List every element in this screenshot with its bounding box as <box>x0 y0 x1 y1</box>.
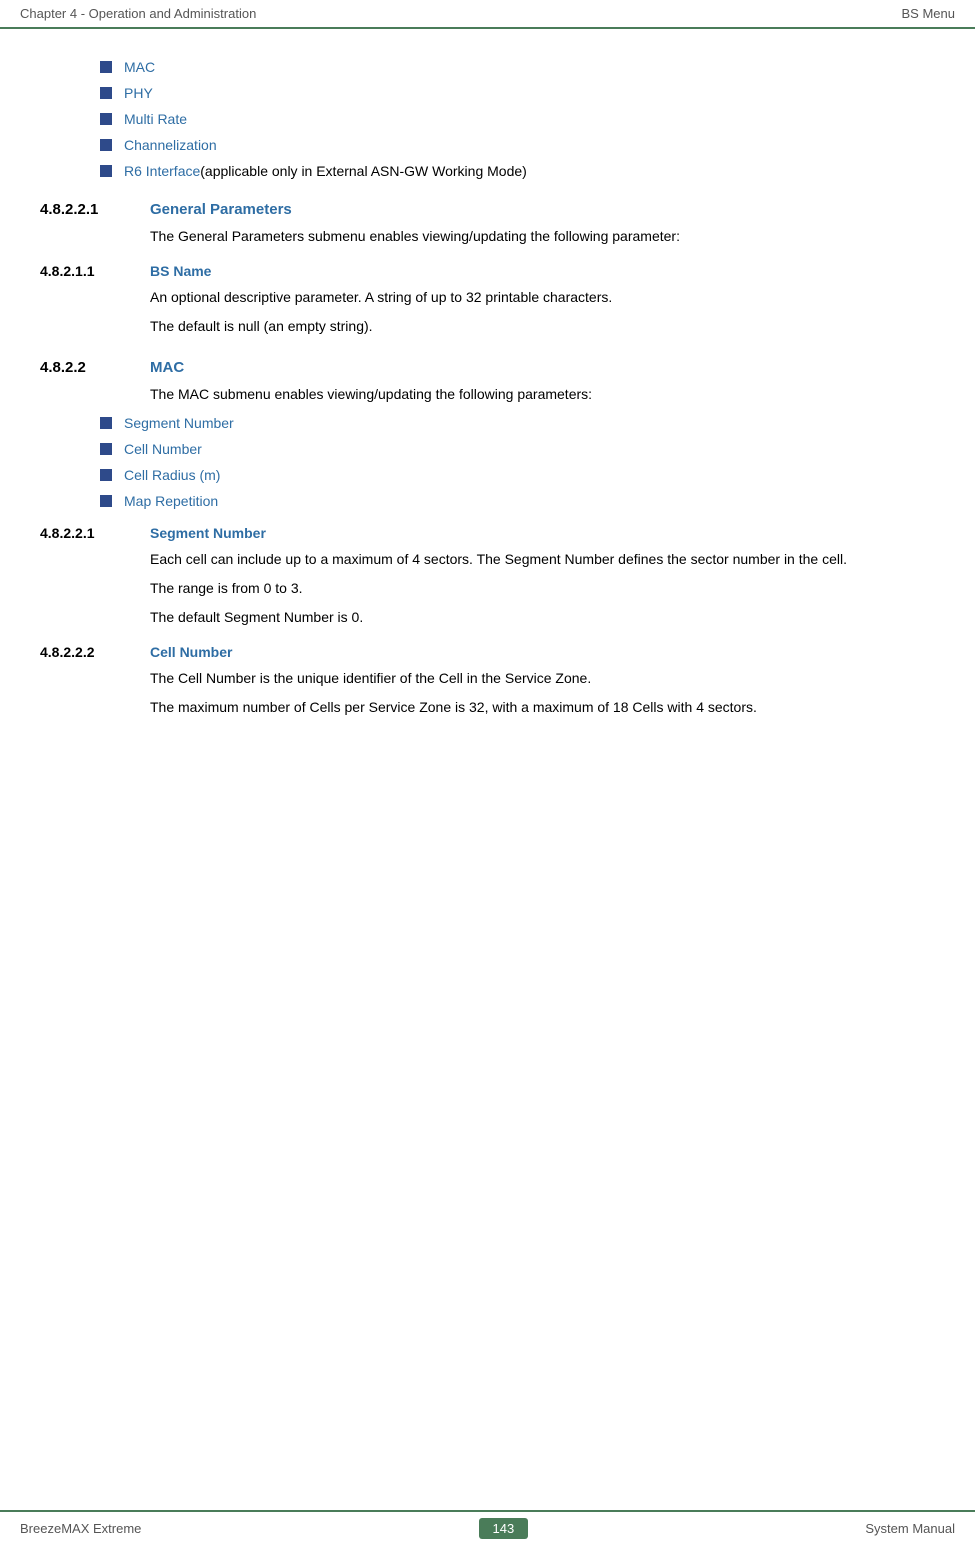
section-bullet-s4822-1: Cell Number <box>100 441 935 457</box>
bullet-square-icon <box>100 495 112 507</box>
section-para-s4821-0: The General Parameters submenu enables v… <box>150 226 935 247</box>
header-left: Chapter 4 - Operation and Administration <box>20 6 256 21</box>
section-num-s4822: 4.8.2.2 <box>40 359 150 376</box>
sections-container: 4.8.2.2.1General ParametersThe General P… <box>40 201 935 718</box>
top-bullet-item-phy: PHY <box>100 85 935 101</box>
bullet-square-icon <box>100 113 112 125</box>
section-bullet-link-s4822-0[interactable]: Segment Number <box>124 415 234 431</box>
bullet-square-icon <box>100 165 112 177</box>
section-bullet-s4822-0: Segment Number <box>100 415 935 431</box>
section-heading-s4821: 4.8.2.2.1General Parameters <box>40 201 935 218</box>
bullet-square-icon <box>100 443 112 455</box>
section-bullet-link-s4822-3[interactable]: Map Repetition <box>124 493 218 509</box>
subsection-para-s48221-2: The default Segment Number is 0. <box>150 607 935 628</box>
top-bullet-link-channelization[interactable]: Channelization <box>124 137 217 153</box>
top-bullet-list: MAC PHY Multi Rate Channelization R6 Interfa… <box>40 59 935 179</box>
subsection-para-s48211-0: An optional descriptive parameter. A str… <box>150 287 935 308</box>
subsection-title-s48222: Cell Number <box>150 644 232 660</box>
footer-right: System Manual <box>865 1521 955 1536</box>
subsection-num-s48221: 4.8.2.2.1 <box>40 525 150 541</box>
subsection-heading-s48221: 4.8.2.2.1Segment Number <box>40 525 935 541</box>
page-header: Chapter 4 - Operation and Administration… <box>0 0 975 29</box>
top-bullet-item-mac: MAC <box>100 59 935 75</box>
subsection-num-s48211: 4.8.2.1.1 <box>40 263 150 279</box>
bullet-square-icon <box>100 469 112 481</box>
top-bullet-link-r6_interface[interactable]: R6 Interface <box>124 163 200 179</box>
section-bullet-link-s4822-2[interactable]: Cell Radius (m) <box>124 467 220 483</box>
footer-page-number: 143 <box>479 1518 529 1539</box>
bullet-square-icon <box>100 417 112 429</box>
subsection-title-s48221: Segment Number <box>150 525 266 541</box>
subsection-title-s48211: BS Name <box>150 263 211 279</box>
subsection-para-s48222-0: The Cell Number is the unique identifier… <box>150 668 935 689</box>
subsection-para-s48211-1: The default is null (an empty string). <box>150 316 935 337</box>
bullet-square-icon <box>100 87 112 99</box>
subsection-para-s48221-0: Each cell can include up to a maximum of… <box>150 549 935 570</box>
section-para-s4822-0: The MAC submenu enables viewing/updating… <box>150 384 935 405</box>
subsection-heading-s48222: 4.8.2.2.2Cell Number <box>40 644 935 660</box>
section-title-s4821: General Parameters <box>150 201 292 218</box>
main-content: MAC PHY Multi Rate Channelization R6 Interfa… <box>0 29 975 786</box>
top-bullet-link-multi_rate[interactable]: Multi Rate <box>124 111 187 127</box>
bullet-square-icon <box>100 61 112 73</box>
section-num-s4821: 4.8.2.2.1 <box>40 201 150 218</box>
page-footer: BreezeMAX Extreme 143 System Manual <box>0 1510 975 1545</box>
bullet-square-icon <box>100 139 112 151</box>
top-bullet-link-phy[interactable]: PHY <box>124 85 153 101</box>
section-bullet-s4822-2: Cell Radius (m) <box>100 467 935 483</box>
section-bullet-s4822-3: Map Repetition <box>100 493 935 509</box>
footer-left: BreezeMAX Extreme <box>20 1521 141 1536</box>
subsection-heading-s48211: 4.8.2.1.1BS Name <box>40 263 935 279</box>
subsection-para-s48221-1: The range is from 0 to 3. <box>150 578 935 599</box>
top-bullet-item-r6_interface: R6 Interface (applicable only in Externa… <box>100 163 935 179</box>
top-bullet-item-channelization: Channelization <box>100 137 935 153</box>
top-bullet-item-multi_rate: Multi Rate <box>100 111 935 127</box>
header-right: BS Menu <box>902 6 955 21</box>
section-bullet-link-s4822-1[interactable]: Cell Number <box>124 441 202 457</box>
top-bullet-link-mac[interactable]: MAC <box>124 59 155 75</box>
section-title-s4822: MAC <box>150 359 184 376</box>
subsection-num-s48222: 4.8.2.2.2 <box>40 644 150 660</box>
top-bullet-suffix-r6_interface: (applicable only in External ASN-GW Work… <box>200 163 527 179</box>
subsection-para-s48222-1: The maximum number of Cells per Service … <box>150 697 935 718</box>
section-heading-s4822: 4.8.2.2MAC <box>40 359 935 376</box>
